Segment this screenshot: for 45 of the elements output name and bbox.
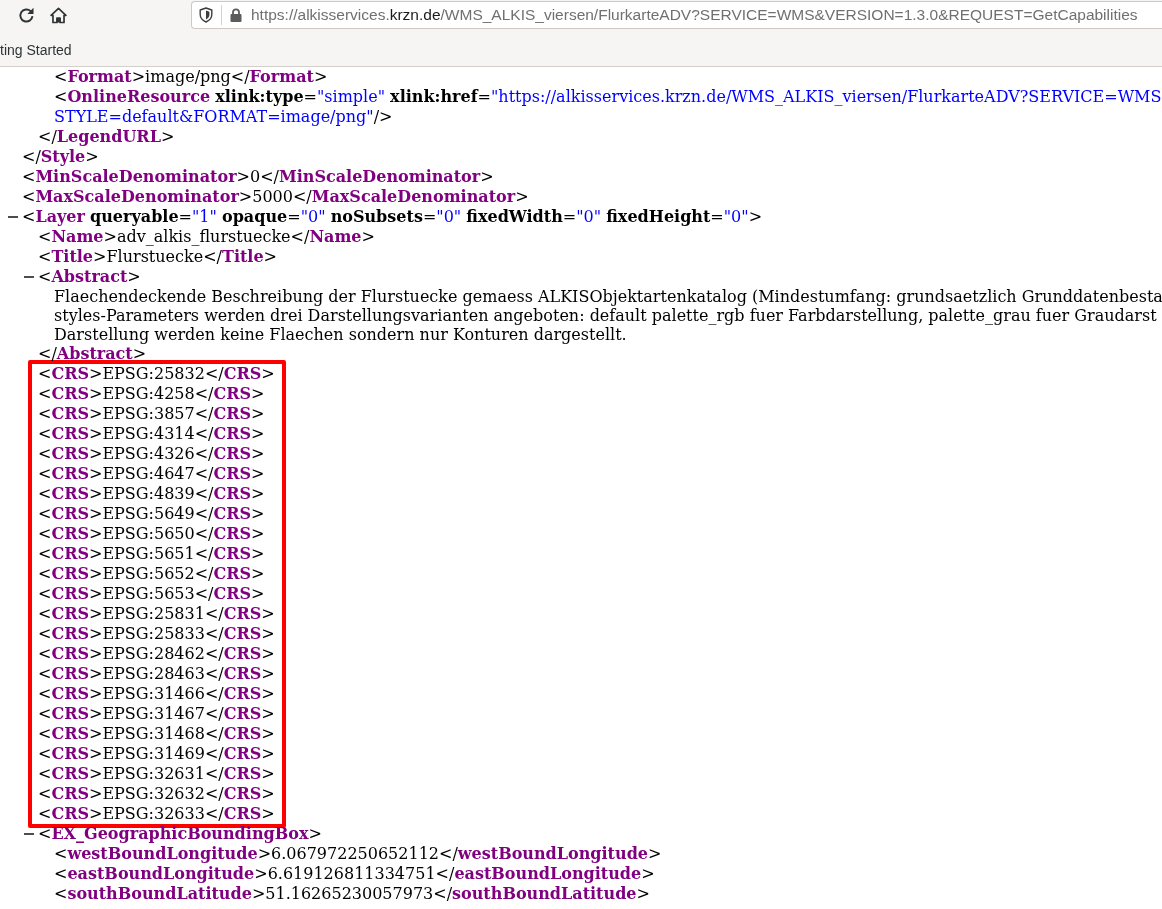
- xml-element-line: <CRS>EPSG:25831</CRS>: [38, 604, 275, 624]
- xml-element-line: <CRS>EPSG:3857</CRS>: [38, 404, 265, 424]
- xml-element-line: <CRS>EPSG:5650</CRS>: [38, 524, 265, 544]
- xml-opening-tag: <Abstract>: [38, 267, 141, 287]
- xml-element-line: <OnlineResource xlink:type="simple" xlink:href="https://alkisservices.krzn.de/WMS_ALKIS_viersen/FlurkarteADV?SERVICE=WMS STYLE=default&FORMAT=image/png"/>: [54, 87, 1162, 127]
- xml-element-line: <Name>adv_alkis_flurstuecke</Name>: [38, 227, 375, 247]
- xml-closing-tag: </Abstract>: [38, 344, 147, 364]
- xml-element-line: <CRS>EPSG:4258</CRS>: [38, 384, 265, 404]
- xml-element-line: <CRS>EPSG:5649</CRS>: [38, 504, 265, 524]
- xml-element-line: <CRS>EPSG:31466</CRS>: [38, 684, 275, 704]
- xml-element-line: <CRS>EPSG:32631</CRS>: [38, 764, 275, 784]
- bookmark-item[interactable]: ting Started: [0, 36, 78, 64]
- xml-element-line: <CRS>EPSG:31467</CRS>: [38, 704, 275, 724]
- xml-element-line: <CRS>EPSG:4647</CRS>: [38, 464, 265, 484]
- lock-icon[interactable]: [230, 8, 242, 22]
- xml-element-line: <westBoundLongitude>6.067972250652112</westBoundLongitude>: [54, 844, 662, 864]
- address-bar[interactable]: https://alkisservices.krzn.de/WMS_ALKIS_viersen/FlurkarteADV?SERVICE=WMS&VERSION=1.3.0&REQUEST=GetCapabilities: [191, 1, 1162, 29]
- xml-element-line: <CRS>EPSG:4314</CRS>: [38, 424, 265, 444]
- xml-element-line: <CRS>EPSG:31468</CRS>: [38, 724, 275, 744]
- xml-element-line: <CRS>EPSG:28463</CRS>: [38, 664, 275, 684]
- xml-text-content: Flaechendeckende Beschreibung der Flurstuecke gemaess ALKISObjektartenkatalog (Mindestumfang: grundsaetzlich Grunddatenbesta styles-Parameters werden drei Darstellungsvarianten angeboten: default palette_rgb fuer Farbdarstellung, palette_grau fuer Graudarst Darstellung werden keine Flaechen sondern nur Konturen dargestellt.: [54, 287, 1162, 344]
- xml-element-line: <Format>image/png</Format>: [54, 67, 328, 87]
- xml-closing-tag: </Style>: [22, 147, 99, 167]
- xml-opening-tag: <Layer queryable="1" opaque="0" noSubsets="0" fixedWidth="0" fixedHeight="0">: [22, 207, 763, 227]
- reload-icon[interactable]: [18, 7, 35, 24]
- xml-element-line: <CRS>EPSG:25832</CRS>: [38, 364, 275, 384]
- xml-element-line: <CRS>EPSG:5653</CRS>: [38, 584, 265, 604]
- home-icon[interactable]: [50, 7, 67, 24]
- xml-element-line: <southBoundLatitude>51.16265230057973</southBoundLatitude>: [54, 884, 650, 904]
- xml-element-line: <CRS>EPSG:4326</CRS>: [38, 444, 265, 464]
- xml-element-line: <CRS>EPSG:32632</CRS>: [38, 784, 275, 804]
- xml-element-line: <CRS>EPSG:5651</CRS>: [38, 544, 265, 564]
- xml-element-line: <MaxScaleDenominator>5000</MaxScaleDenominator>: [22, 187, 529, 207]
- xml-element-line: <CRS>EPSG:28462</CRS>: [38, 644, 275, 664]
- shield-icon[interactable]: [199, 7, 213, 23]
- xml-element-line: <CRS>EPSG:32633</CRS>: [38, 804, 275, 824]
- xml-element-line: <CRS>EPSG:31469</CRS>: [38, 744, 275, 764]
- xml-element-line: <MinScaleDenominator>0</MinScaleDenominator>: [22, 167, 494, 187]
- xml-element-line: <eastBoundLongitude>6.619126811334751</eastBoundLongitude>: [54, 864, 655, 884]
- xml-element-line: <CRS>EPSG:25833</CRS>: [38, 624, 275, 644]
- xml-element-line: <CRS>EPSG:5652</CRS>: [38, 564, 265, 584]
- xml-element-line: <Title>Flurstuecke</Title>: [38, 247, 277, 267]
- xml-closing-tag: </LegendURL>: [38, 127, 175, 147]
- xml-opening-tag: <EX_GeographicBoundingBox>: [38, 824, 322, 844]
- xml-element-line: <CRS>EPSG:4839</CRS>: [38, 484, 265, 504]
